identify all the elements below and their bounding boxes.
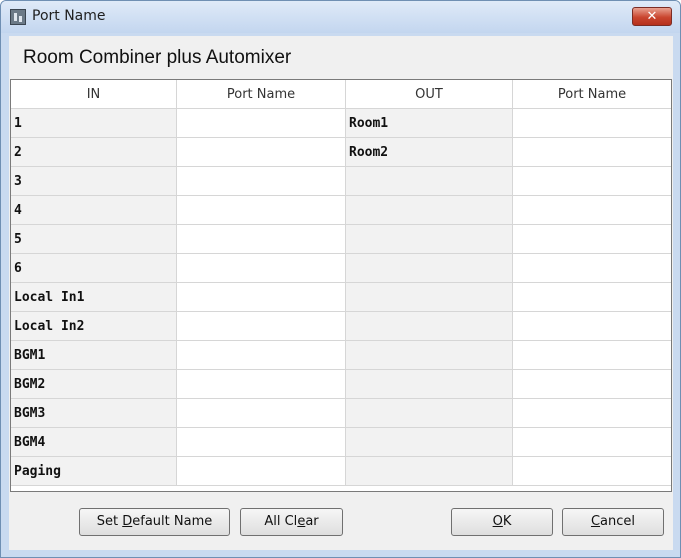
close-icon: ✕ <box>646 9 658 24</box>
out-port-name-cell[interactable] <box>513 312 671 341</box>
in-port-name-cell[interactable] <box>177 196 346 225</box>
table-row: Paging <box>11 457 671 486</box>
in-port-cell: Local In2 <box>11 312 177 341</box>
window-title: Port Name <box>32 8 106 24</box>
table-row: BGM2 <box>11 370 671 399</box>
dialog-body: Room Combiner plus Automixer IN Port Nam… <box>9 36 673 550</box>
table-row: 2 Room2 <box>11 138 671 167</box>
column-header-out-port-name: Port Name <box>513 80 671 109</box>
in-port-name-cell[interactable] <box>177 167 346 196</box>
table-row: BGM3 <box>11 399 671 428</box>
column-header-in-port-name: Port Name <box>177 80 346 109</box>
table-row: 6 <box>11 254 671 283</box>
in-port-name-cell[interactable] <box>177 225 346 254</box>
set-default-name-button[interactable]: Set Default Name <box>79 508 230 536</box>
in-port-name-cell[interactable] <box>177 254 346 283</box>
out-port-cell: Room1 <box>346 109 513 138</box>
in-port-cell: Local In1 <box>11 283 177 312</box>
button-bar: Set Default Name All Clear OK Cancel <box>9 492 673 550</box>
out-port-name-cell[interactable] <box>513 138 671 167</box>
app-icon <box>10 9 26 25</box>
in-port-cell: BGM4 <box>11 428 177 457</box>
in-port-name-cell[interactable] <box>177 370 346 399</box>
column-header-in: IN <box>11 80 177 109</box>
table-row: BGM1 <box>11 341 671 370</box>
in-port-name-cell[interactable] <box>177 341 346 370</box>
ok-button[interactable]: OK <box>451 508 553 536</box>
out-port-cell <box>346 428 513 457</box>
out-port-cell <box>346 341 513 370</box>
table-row: Local In2 <box>11 312 671 341</box>
out-port-cell <box>346 167 513 196</box>
table-row: 5 <box>11 225 671 254</box>
out-port-name-cell[interactable] <box>513 370 671 399</box>
in-port-cell: BGM1 <box>11 341 177 370</box>
in-port-cell: 2 <box>11 138 177 167</box>
in-port-cell: 5 <box>11 225 177 254</box>
in-port-cell: BGM2 <box>11 370 177 399</box>
out-port-name-cell[interactable] <box>513 167 671 196</box>
cancel-button[interactable]: Cancel <box>562 508 664 536</box>
in-port-cell: 1 <box>11 109 177 138</box>
column-header-out: OUT <box>346 80 513 109</box>
table-row: BGM4 <box>11 428 671 457</box>
out-port-cell <box>346 370 513 399</box>
in-port-cell: 4 <box>11 196 177 225</box>
out-port-name-cell[interactable] <box>513 428 671 457</box>
out-port-name-cell[interactable] <box>513 341 671 370</box>
in-port-cell: Paging <box>11 457 177 486</box>
out-port-name-cell[interactable] <box>513 196 671 225</box>
out-port-name-cell[interactable] <box>513 399 671 428</box>
out-port-name-cell[interactable] <box>513 109 671 138</box>
port-name-table: IN Port Name OUT Port Name 1 Room1 2 Room2 3… <box>10 79 672 492</box>
in-port-cell: 6 <box>11 254 177 283</box>
out-port-cell <box>346 283 513 312</box>
out-port-cell <box>346 225 513 254</box>
out-port-cell <box>346 196 513 225</box>
out-port-cell <box>346 312 513 341</box>
in-port-cell: 3 <box>11 167 177 196</box>
in-port-name-cell[interactable] <box>177 312 346 341</box>
table-row: 1 Room1 <box>11 109 671 138</box>
out-port-name-cell[interactable] <box>513 254 671 283</box>
in-port-name-cell[interactable] <box>177 428 346 457</box>
out-port-name-cell[interactable] <box>513 225 671 254</box>
in-port-name-cell[interactable] <box>177 109 346 138</box>
port-name-dialog: Port Name ✕ Room Combiner plus Automixer… <box>0 0 681 558</box>
in-port-cell: BGM3 <box>11 399 177 428</box>
in-port-name-cell[interactable] <box>177 457 346 486</box>
all-clear-button[interactable]: All Clear <box>240 508 343 536</box>
out-port-cell <box>346 399 513 428</box>
table-row: 3 <box>11 167 671 196</box>
table-row: 4 <box>11 196 671 225</box>
out-port-cell <box>346 457 513 486</box>
close-button[interactable]: ✕ <box>632 7 672 26</box>
in-port-name-cell[interactable] <box>177 283 346 312</box>
out-port-name-cell[interactable] <box>513 457 671 486</box>
table-row: Local In1 <box>11 283 671 312</box>
dialog-heading: Room Combiner plus Automixer <box>23 47 292 68</box>
out-port-cell <box>346 254 513 283</box>
in-port-name-cell[interactable] <box>177 399 346 428</box>
title-bar[interactable]: Port Name ✕ <box>1 1 680 33</box>
out-port-cell: Room2 <box>346 138 513 167</box>
out-port-name-cell[interactable] <box>513 283 671 312</box>
in-port-name-cell[interactable] <box>177 138 346 167</box>
